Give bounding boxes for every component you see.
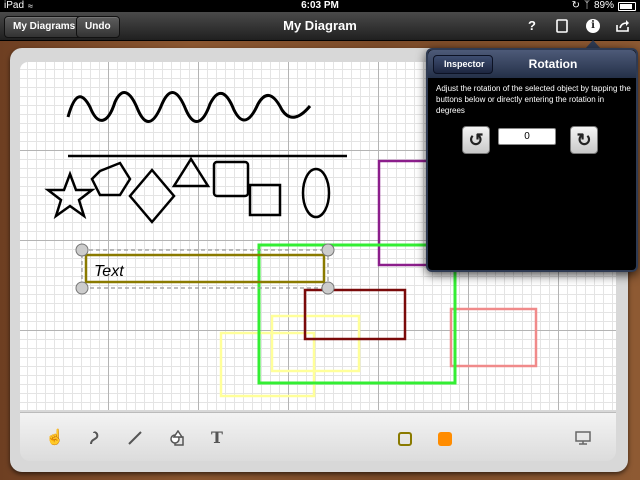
status-bar: iPad ≈ 6:03 PM ↻ ᛉ 89% [0, 0, 640, 12]
star-shape[interactable] [44, 170, 96, 220]
popover-header: Inspector Rotation [428, 50, 636, 78]
battery-percent: 89% [593, 0, 614, 11]
page-setup-icon[interactable] [552, 16, 572, 36]
top-toolbar: My Diagram My Diagrams Undo ? i [0, 12, 640, 41]
freehand-scribble[interactable] [66, 91, 312, 123]
yellow-rectangle-small[interactable] [270, 314, 361, 373]
selection-handle-top-left[interactable] [75, 243, 89, 257]
selection-handle-bottom-right[interactable] [321, 281, 335, 295]
text-tool-icon[interactable]: T [206, 427, 228, 449]
rotation-description: Adjust the rotation of the selected obje… [436, 84, 631, 115]
present-mode-icon[interactable] [572, 427, 594, 449]
my-diagrams-button[interactable]: My Diagrams [4, 16, 85, 38]
small-square-shape[interactable] [248, 183, 282, 217]
fill-color-swatch[interactable] [438, 432, 452, 446]
status-time: 6:03 PM [301, 0, 339, 11]
share-icon[interactable] [613, 16, 633, 36]
square-shape[interactable] [212, 160, 250, 198]
diamond-shape[interactable] [128, 168, 176, 224]
shape-tool-icon[interactable] [166, 427, 188, 449]
info-icon[interactable]: i [586, 19, 600, 33]
hand-tool-icon[interactable]: ☝ [44, 427, 66, 449]
bluetooth-icon: ᛉ [583, 0, 590, 11]
rotation-lock-icon: ↻ [571, 0, 580, 11]
help-button[interactable]: ? [522, 16, 542, 36]
rotate-right-icon: ↻ [576, 130, 592, 150]
rotate-left-icon: ↺ [468, 130, 484, 150]
battery-icon [618, 2, 636, 11]
selection-handle-top-right[interactable] [321, 243, 335, 257]
stroke-color-swatch[interactable] [398, 432, 412, 446]
popover-title: Rotation [528, 57, 578, 71]
rotation-input[interactable] [498, 128, 556, 145]
rotate-right-button[interactable]: ↻ [570, 126, 598, 154]
selection-handle-bottom-left[interactable] [75, 281, 89, 295]
ellipse-shape[interactable] [301, 167, 331, 219]
freehand-tool-icon[interactable] [84, 427, 106, 449]
undo-button[interactable]: Undo [76, 16, 120, 38]
yellow-rectangle-large[interactable] [219, 331, 316, 398]
tool-strip: ☝ T [20, 412, 616, 461]
line-tool-icon[interactable] [124, 427, 146, 449]
triangle-shape[interactable] [171, 156, 211, 188]
dark-red-rectangle[interactable] [303, 288, 407, 341]
inspector-back-button[interactable]: Inspector [433, 55, 493, 74]
salmon-rectangle[interactable] [449, 307, 538, 368]
text-box-label: Text [94, 263, 124, 280]
rotate-left-button[interactable]: ↺ [462, 126, 490, 154]
inspector-popover: Inspector Rotation Adjust the rotation o… [426, 48, 638, 272]
hexagon-shape[interactable] [90, 161, 132, 197]
